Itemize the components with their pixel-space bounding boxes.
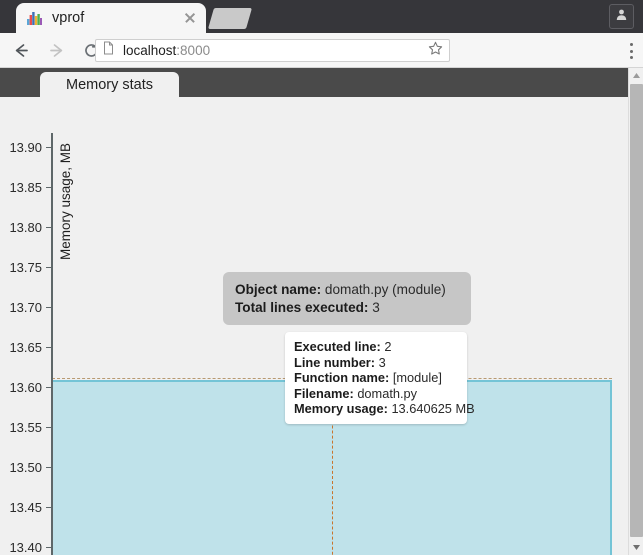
point-tooltip-label: Filename: bbox=[294, 385, 354, 401]
scroll-up-arrow-icon[interactable] bbox=[629, 68, 643, 83]
summary-tooltip-row: Object name: domath.py (module) bbox=[235, 281, 459, 299]
star-icon[interactable] bbox=[428, 41, 443, 61]
new-tab-button[interactable] bbox=[207, 8, 253, 29]
browser-tabstrip: vprof bbox=[0, 0, 643, 33]
address-host: localhost bbox=[123, 43, 177, 58]
point-tooltip-row: Executed line: 2 bbox=[294, 339, 458, 355]
document-icon bbox=[102, 41, 115, 60]
y-axis-labels: 13.90 13.85 13.80 13.75 13.70 13.65 13.6… bbox=[0, 97, 51, 555]
point-tooltip-row: Line number: 3 bbox=[294, 355, 458, 371]
y-tick-label: 13.80 bbox=[9, 220, 42, 235]
person-icon bbox=[615, 8, 628, 26]
tab-memory-stats-label: Memory stats bbox=[66, 76, 154, 93]
y-axis-title: Memory usage, MB bbox=[58, 143, 76, 283]
point-tooltip-value: 3 bbox=[378, 354, 386, 370]
y-tick-label: 13.85 bbox=[9, 180, 42, 195]
point-tooltip-row: Filename: domath.py bbox=[294, 386, 458, 402]
point-tooltip-value: 2 bbox=[384, 339, 392, 354]
summary-tooltip-label: Total lines executed: bbox=[235, 299, 369, 315]
y-tick-label: 13.45 bbox=[9, 500, 42, 515]
point-tooltip-row: Function name: [module] bbox=[294, 370, 458, 386]
y-tick-label: 13.90 bbox=[9, 140, 42, 155]
summary-tooltip-label: Object name: bbox=[235, 282, 322, 297]
three-dot-menu-icon[interactable] bbox=[629, 43, 633, 59]
y-tick-label: 13.65 bbox=[9, 340, 42, 355]
scrollbar-thumb[interactable] bbox=[630, 84, 643, 537]
address-bar[interactable]: localhost:8000 bbox=[95, 39, 450, 62]
summary-tooltip-value: domath.py (module) bbox=[324, 282, 446, 297]
point-tooltip: Executed line: 2 Line number: 3 Function… bbox=[285, 332, 475, 424]
scroll-down-arrow-icon[interactable] bbox=[629, 540, 643, 555]
y-tick-label: 13.75 bbox=[9, 260, 42, 275]
y-tick-label: 13.50 bbox=[9, 460, 42, 475]
memory-stats-chart: 13.90 13.85 13.80 13.75 13.70 13.65 13.6… bbox=[0, 97, 628, 555]
address-bar-text: localhost:8000 bbox=[123, 43, 428, 58]
y-tick-label: 13.60 bbox=[9, 380, 42, 395]
y-axis-line bbox=[51, 133, 53, 555]
address-port: :8000 bbox=[176, 43, 211, 58]
point-tooltip-label: Function name: bbox=[294, 370, 390, 386]
point-tooltip-label: Executed line: bbox=[294, 339, 381, 354]
browser-toolbar: localhost:8000 bbox=[0, 33, 643, 68]
point-tooltip-row: Memory usage: 13.640625 MB bbox=[294, 401, 475, 417]
y-tick-label: 13.70 bbox=[9, 300, 42, 315]
point-tooltip-value: domath.py bbox=[357, 385, 418, 401]
browser-tab-title: vprof bbox=[52, 10, 85, 26]
y-tick-label: 13.40 bbox=[9, 540, 42, 555]
back-arrow-icon[interactable] bbox=[7, 36, 35, 64]
summary-tooltip-row: Total lines executed: 3 bbox=[235, 299, 459, 317]
browser-window: vprof localhost:8000 Memory stats 13.90 … bbox=[0, 0, 643, 555]
forward-arrow-icon bbox=[42, 36, 70, 64]
browser-tab-vprof[interactable]: vprof bbox=[16, 3, 206, 33]
tab-memory-stats[interactable]: Memory stats bbox=[40, 72, 180, 97]
summary-tooltip: Object name: domath.py (module) Total li… bbox=[223, 272, 471, 325]
point-tooltip-value: [module] bbox=[392, 370, 442, 386]
y-tick-label: 13.55 bbox=[9, 420, 42, 435]
page-content: Memory stats 13.90 13.85 13.80 13.75 13.… bbox=[0, 68, 628, 555]
point-tooltip-label: Line number: bbox=[294, 354, 376, 370]
point-tooltip-value: 13.640625 MB bbox=[391, 401, 475, 417]
close-icon[interactable] bbox=[182, 10, 198, 26]
point-tooltip-label: Memory usage: bbox=[294, 401, 388, 417]
summary-tooltip-value: 3 bbox=[372, 299, 380, 315]
y-axis-title-label: Memory usage, MB bbox=[58, 143, 73, 261]
page-scrollbar[interactable] bbox=[628, 68, 643, 555]
app-tab-bar: Memory stats bbox=[0, 68, 628, 97]
bar-chart-favicon bbox=[26, 10, 43, 27]
profile-button[interactable] bbox=[609, 4, 634, 29]
